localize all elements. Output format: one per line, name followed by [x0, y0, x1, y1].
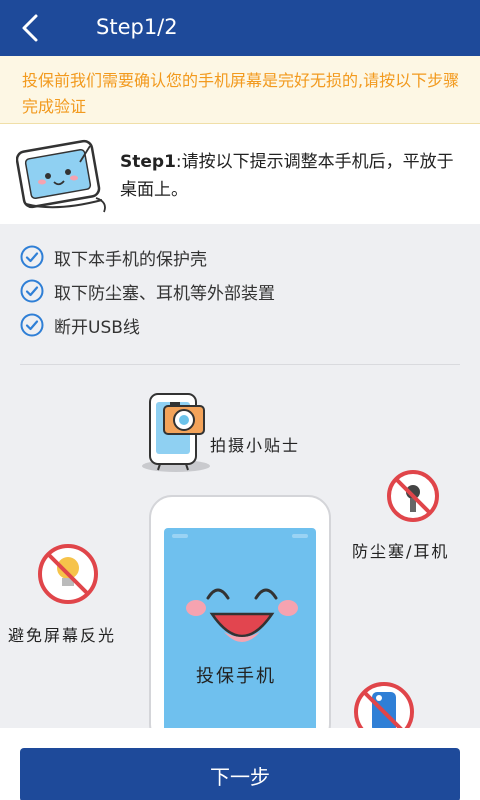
phone-on-desk-icon [16, 139, 106, 213]
dust-plug-label: 防尘塞/耳机 [352, 542, 450, 561]
chevron-left-icon [22, 14, 38, 42]
checklist-item: 断开USB线 [20, 308, 460, 342]
tips-label: 拍摄小贴士 [210, 436, 301, 455]
page-title: Step1/2 [96, 15, 178, 39]
camera-phone-icon [142, 393, 210, 472]
checklist-item: 取下本手机的保护壳 [20, 240, 460, 274]
back-button[interactable] [0, 0, 60, 56]
check-circle-icon [20, 279, 44, 303]
notice-text: 投保前我们需要确认您的手机屏幕是完好无损的,请按以下步骤完成验证 [22, 71, 460, 116]
no-phone-case-icon [354, 682, 414, 730]
checklist-label: 取下本手机的保护壳 [54, 249, 207, 270]
top-bar: Step1/2 [0, 0, 480, 56]
check-circle-icon [20, 313, 44, 337]
next-step-button[interactable]: 下一步 [20, 748, 460, 800]
checklist-label: 断开USB线 [54, 317, 140, 338]
step-label: Step1 [120, 152, 176, 172]
tips-illustration: 拍摄小贴士 防尘塞/耳机 避免屏幕反光 投保手机 [0, 366, 480, 730]
glare-label: 避免屏幕反光 [8, 626, 117, 645]
no-glare-icon [38, 544, 98, 604]
step-card: Step1:请按以下提示调整本手机后，平放于桌面上。 [0, 124, 480, 224]
step-instruction: Step1:请按以下提示调整本手机后，平放于桌面上。 [120, 148, 460, 204]
footer: 下一步 [0, 728, 480, 800]
checklist: 取下本手机的保护壳 取下防尘塞、耳机等外部装置 断开USB线 [20, 240, 460, 342]
divider [20, 364, 460, 365]
check-circle-icon [20, 245, 44, 269]
notice-banner: 投保前我们需要确认您的手机屏幕是完好无损的,请按以下步骤完成验证 [0, 56, 480, 124]
phone-label: 投保手机 [196, 666, 276, 687]
checklist-label: 取下防尘塞、耳机等外部装置 [54, 283, 275, 304]
insured-phone-icon [149, 495, 331, 730]
no-earphone-icon [387, 470, 439, 522]
checklist-item: 取下防尘塞、耳机等外部装置 [20, 274, 460, 308]
